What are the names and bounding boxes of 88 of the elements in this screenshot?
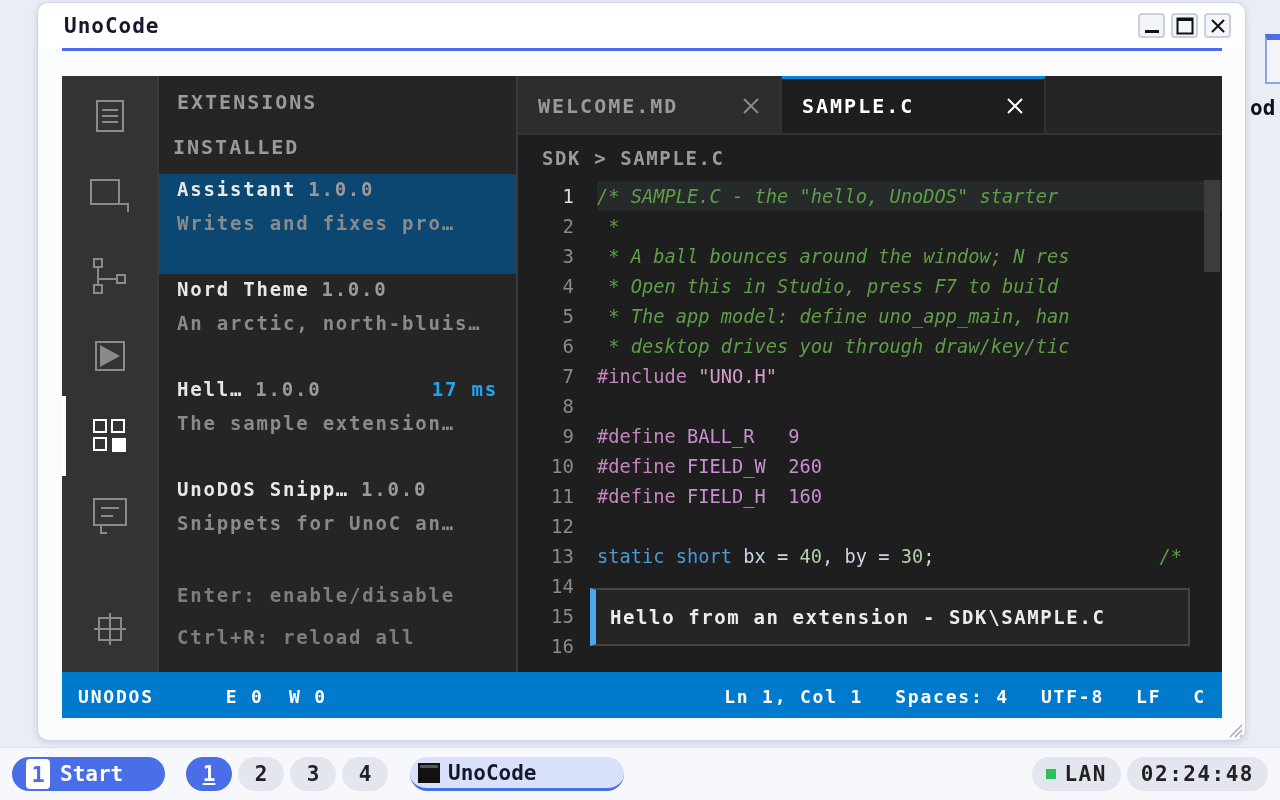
workspace-button[interactable]: 4 <box>342 757 388 791</box>
code-line: static short bx = 40, by = 30; /* <box>597 545 1183 567</box>
code-line: #define BALL_R 9 <box>597 425 800 447</box>
extension-description: Writes and fixes pro… <box>177 212 457 234</box>
start-button[interactable]: 1 Start <box>12 757 165 791</box>
window-title: UnoCode <box>64 13 161 38</box>
line-number: 3 <box>561 245 574 267</box>
line-number: 11 <box>550 485 574 507</box>
line-number: 5 <box>561 305 574 327</box>
sidebar-title: EXTENSIONS <box>176 89 319 116</box>
maximize-button[interactable] <box>1171 13 1198 38</box>
extension-item[interactable]: Hell… 1.0.0 17 ms The sample extension… <box>159 374 516 474</box>
status-item[interactable]: LF <box>1136 685 1162 707</box>
line-number: 12 <box>550 515 574 537</box>
play-icon <box>94 341 125 371</box>
line-number: 8 <box>561 395 574 417</box>
workspace-button[interactable]: 3 <box>290 757 336 791</box>
code-line: /* SAMPLE.C - the "hello, UnoDOS" starter <box>597 185 1059 207</box>
code-line: * A ball bounces around the window; N res <box>607 245 1070 267</box>
editor-tab[interactable]: SAMPLE.C <box>782 76 1046 133</box>
extension-item[interactable]: UnoDOS Snipp… 1.0.0 Snippets for UnoC an… <box>159 474 516 574</box>
branch-icon <box>92 258 127 294</box>
key-hint: Ctrl+R: reload all <box>176 625 417 650</box>
extension-description: The sample extension… <box>177 412 457 434</box>
line-number: 10 <box>550 455 574 477</box>
status-item[interactable]: E 0 W 0 <box>225 685 327 707</box>
extension-version: 1.0.0 <box>321 278 388 300</box>
workspace-button[interactable]: 2 <box>238 757 284 791</box>
status-item[interactable]: Ln 1, Col 1 <box>724 685 864 707</box>
line-number: 1 <box>561 185 574 207</box>
line-number: 14 <box>550 575 574 597</box>
line-number: 2 <box>561 215 574 237</box>
maximize-icon <box>1175 16 1194 35</box>
close-button[interactable] <box>1204 13 1231 38</box>
code-line: #include "UNO.H" <box>597 365 778 387</box>
extension-version: 1.0.0 <box>255 378 322 400</box>
network-status[interactable]: LAN <box>1032 757 1121 791</box>
document-icon <box>95 100 124 132</box>
extension-version: 1.0.0 <box>308 178 375 200</box>
code-line: * The app model: define uno_app_main, han <box>607 305 1070 327</box>
extension-item[interactable]: Nord Theme 1.0.0 An arctic, north-bluis… <box>159 274 516 374</box>
code-line: * Open this in Studio, press F7 to build <box>607 275 1059 297</box>
status-item[interactable]: UNODOS <box>78 685 154 707</box>
extension-name: Hell… <box>177 378 244 400</box>
line-number: 15 <box>550 605 574 627</box>
activation-time: 17 ms <box>431 378 498 400</box>
extension-description: Snippets for UnoC an… <box>177 512 457 534</box>
notification-text: Hello from an extension - SDK\SAMPLE.C <box>610 606 1106 628</box>
extension-name: Nord Theme <box>177 278 310 300</box>
code-line: * desktop drives you through draw/key/tic <box>607 335 1070 357</box>
extension-name: UnoDOS Snipp… <box>177 478 350 500</box>
code-line: #define FIELD_H 160 <box>597 485 823 507</box>
window-icon <box>89 179 130 213</box>
network-label: LAN <box>1064 762 1107 786</box>
code-line: #define FIELD_W 260 <box>597 455 823 477</box>
code-line: * <box>607 215 620 237</box>
minimize-button[interactable] <box>1138 13 1165 38</box>
line-number: 9 <box>561 425 574 447</box>
app-icon <box>418 762 440 783</box>
status-item[interactable]: C <box>1193 685 1206 707</box>
status-item[interactable]: UTF-8 <box>1040 685 1105 707</box>
key-hint: Enter: enable/disable <box>176 583 457 608</box>
task-button[interactable]: UnoCode <box>410 757 624 791</box>
extension-name: Assistant <box>177 178 297 200</box>
scrollbar-thumb[interactable] <box>1204 180 1220 272</box>
line-number: 13 <box>550 545 574 567</box>
breadcrumb[interactable]: SDK > SAMPLE.C <box>542 146 725 169</box>
section-heading: INSTALLED <box>172 134 301 161</box>
line-number: 6 <box>561 335 574 357</box>
icon-label: od <box>1250 96 1276 120</box>
editor-tab[interactable]: WELCOME.MD <box>518 76 782 133</box>
extension-version: 1.0.0 <box>361 478 428 500</box>
line-number: 7 <box>561 365 574 387</box>
extension-description: An arctic, north-bluis… <box>177 312 483 334</box>
close-icon <box>1209 17 1226 34</box>
start-badge: 1 <box>26 759 50 789</box>
extension-item[interactable]: Assistant 1.0.0 Writes and fixes pro… <box>159 174 516 274</box>
start-label: Start <box>60 762 124 786</box>
status-item[interactable]: Spaces: 4 <box>895 685 1009 707</box>
extensions-icon <box>92 419 127 453</box>
clock: 02:24:48 <box>1126 757 1268 791</box>
comment-icon <box>92 498 127 534</box>
crosshair-icon <box>92 612 127 646</box>
workspace-button[interactable]: 1 <box>186 757 232 791</box>
line-number: 16 <box>550 635 574 657</box>
resize-grip[interactable] <box>1227 722 1243 738</box>
line-number: 4 <box>561 275 574 297</box>
minimize-icon <box>1144 30 1159 33</box>
